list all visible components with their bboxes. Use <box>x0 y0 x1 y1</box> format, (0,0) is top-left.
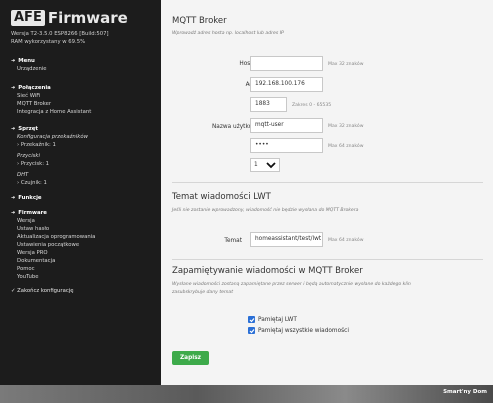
password-input[interactable]: •••• <box>250 138 323 153</box>
retain-section-title: Zapamiętywanie wiadomości w MQTT Broker <box>172 266 363 276</box>
sidebar-group-buttons: Przyciski <box>17 153 40 159</box>
arrow-right-icon: ➜ <box>11 126 16 132</box>
sidebar-group-relays: Konfiguracja przekaźników <box>17 134 88 140</box>
section-firmware: ➜ Firmware <box>11 210 47 216</box>
password-hint: Max 64 znaków <box>328 144 364 149</box>
sidebar-item-youtube[interactable]: YouTube <box>11 273 156 281</box>
brand-badge: AFE <box>11 9 45 26</box>
retain-all-checkbox[interactable]: Pamiętaj wszystkie wiadomości <box>248 327 349 334</box>
save-button[interactable]: Zapisz <box>172 351 209 365</box>
sidebar-item-pro[interactable]: Wersja PRO <box>11 249 156 257</box>
brand-name: Firmware <box>47 8 128 27</box>
retain-section-desc-2: zasubskrybuje dany temat <box>172 290 234 295</box>
lwt-topic-label: Temat <box>224 238 242 244</box>
sidebar-item-mqtt[interactable]: MQTT Broker <box>11 100 156 108</box>
port-input[interactable]: 1883 <box>250 97 287 112</box>
arrow-right-icon: ➜ <box>11 210 16 216</box>
retain-lwt-checkbox[interactable]: Pamiętaj LWT <box>248 316 297 323</box>
retain-section-desc: Wysłane wiadomości zostaną zapamiętane p… <box>172 282 411 287</box>
main-panel: MQTT Broker Wprowadź adres hosta np. loc… <box>161 0 493 385</box>
check-icon: ✓ <box>11 288 16 294</box>
section-functions[interactable]: ➜ Funkcje <box>11 194 156 202</box>
section-connections: ➜ Połączenia <box>11 85 51 91</box>
lwt-section-desc: Jeśli nie zostanie wprowadzony, wiadomoś… <box>172 208 359 213</box>
sidebar-item-device[interactable]: Urządzenie <box>11 65 156 73</box>
lwt-section-title: Temat wiadomości LWT <box>172 192 271 202</box>
sidebar-item-version[interactable]: Wersja <box>11 217 156 225</box>
lwt-topic-hint: Max 64 znaków <box>328 238 364 243</box>
arrow-right-icon: ➜ <box>11 58 16 64</box>
chevron-down-icon <box>266 162 276 169</box>
qos-select[interactable]: 1 <box>250 158 280 172</box>
divider <box>172 182 483 183</box>
lwt-topic-input[interactable]: homeassistant/test/lwt <box>250 232 323 247</box>
user-hint: Max 32 znaków <box>328 124 364 129</box>
sidebar-group-dht: DHT <box>17 172 29 178</box>
sidebar-item-update[interactable]: Aktualizacja oprogramowania <box>11 233 156 241</box>
checkbox-checked-icon <box>248 327 255 334</box>
section-menu: ➜ Menu <box>11 58 35 64</box>
sidebar-item-relay-1[interactable]: › Przekaźnik: 1 <box>11 141 156 149</box>
sidebar-item-home-assistant[interactable]: Integracja z Home Assistant <box>11 108 156 116</box>
hostname-input[interactable] <box>250 56 323 71</box>
ip-input[interactable]: 192.168.100.176 <box>250 77 323 92</box>
finish-configuration-link[interactable]: ✓ Zakończ konfigurację <box>11 287 156 295</box>
version-info: Wersja T2-3.5.0 ESP8266 [Build:507] RAM … <box>11 30 109 46</box>
mqtt-section-title: MQTT Broker <box>172 16 227 26</box>
divider <box>172 259 483 260</box>
checkbox-checked-icon <box>248 316 255 323</box>
hostname-hint: Max 32 znaków <box>328 62 364 67</box>
sidebar-item-help[interactable]: Pomoc <box>11 265 156 273</box>
sidebar-item-docs[interactable]: Dokumentacja <box>11 257 156 265</box>
ram-line: RAM wykorzystany w 69.5% <box>11 39 86 45</box>
user-input[interactable]: mqtt-user <box>250 118 323 133</box>
arrow-right-icon: ➜ <box>11 85 16 91</box>
port-hint: Zakres 0 - 65535 <box>292 103 332 108</box>
background-strip <box>0 383 493 403</box>
sidebar-nav: ➜ Menu Urządzenie ➜ Połączenia Sieć WiFi… <box>11 57 156 295</box>
sidebar-item-initial-settings[interactable]: Ustawienia początkowe <box>11 241 156 249</box>
section-hardware: ➜ Sprzęt <box>11 126 38 132</box>
sidebar-item-wifi[interactable]: Sieć WiFi <box>11 92 156 100</box>
sidebar-item-sensor-1[interactable]: › Czujnik: 1 <box>11 179 156 187</box>
sidebar: AFE Firmware Wersja T2-3.5.0 ESP8266 [Bu… <box>0 0 161 385</box>
sidebar-item-set-password[interactable]: Ustaw hasło <box>11 225 156 233</box>
version-line: Wersja T2-3.5.0 ESP8266 [Build:507] <box>11 31 109 37</box>
brand-logo: AFE Firmware <box>11 8 128 27</box>
footer-logo: Smart'ny Dom <box>443 389 487 395</box>
arrow-right-icon: ➜ <box>11 195 16 201</box>
mqtt-section-desc: Wprowadź adres hosta np. localhost lub a… <box>172 31 284 36</box>
sidebar-item-button-1[interactable]: › Przycisk: 1 <box>11 160 156 168</box>
